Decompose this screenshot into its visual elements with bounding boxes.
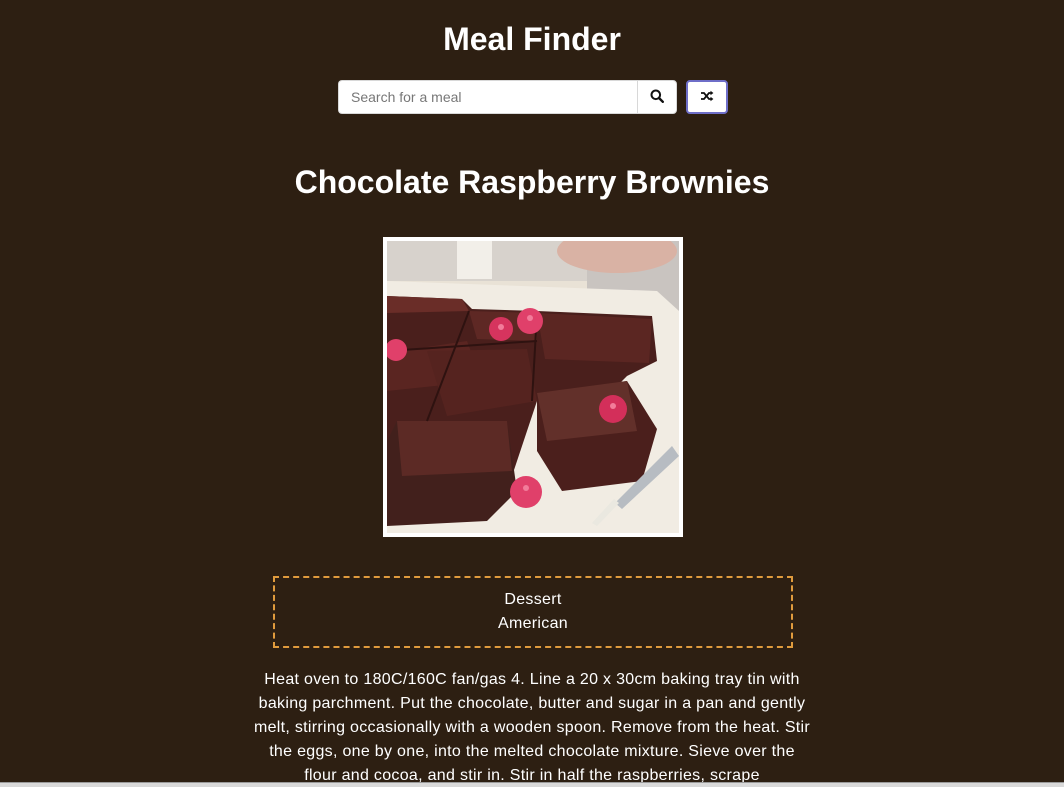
app-title: Meal Finder [443, 21, 621, 57]
meal-area: American [498, 615, 568, 632]
meal-instructions: Heat oven to 180C/160C fan/gas 4. Line a… [253, 671, 811, 784]
search-form [338, 80, 677, 114]
search-icon [650, 89, 665, 106]
search-button[interactable] [637, 80, 677, 114]
meal-title: Chocolate Raspberry Brownies [294, 164, 770, 200]
horizontal-scrollbar[interactable] [0, 782, 1064, 787]
meal-image [383, 237, 683, 537]
meal-finder-page: Meal Finder Chocolate Raspberry Brownies [0, 0, 1064, 787]
random-meal-button[interactable] [686, 80, 728, 114]
search-input[interactable] [338, 80, 637, 114]
shuffle-icon [700, 90, 714, 105]
meal-info-box: Dessert American [273, 576, 793, 648]
meal-category: Dessert [504, 591, 562, 608]
